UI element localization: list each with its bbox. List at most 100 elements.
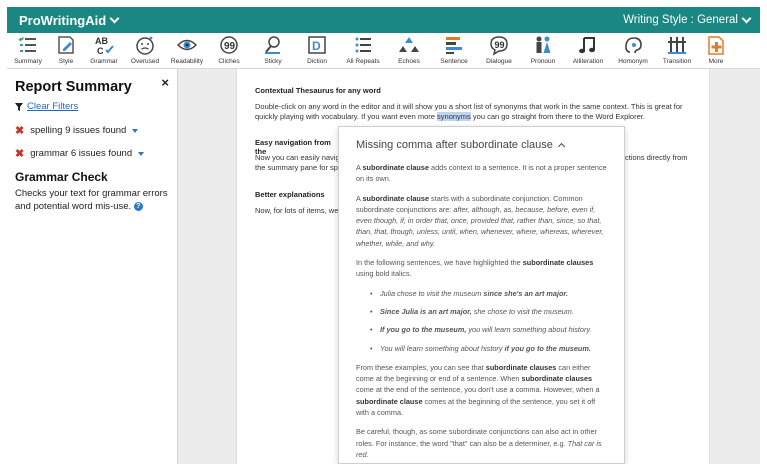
style-icon — [58, 36, 74, 54]
example-item: Julia chose to visit the museum since sh… — [370, 288, 608, 300]
tool-readability[interactable]: Readability — [167, 33, 207, 69]
issue-label: spelling 9 issues found — [30, 125, 127, 136]
bold-run: subordinate clause — [362, 163, 430, 172]
grammar-check-description: Checks your text for grammar errors and … — [15, 188, 169, 214]
paragraph-text-right: ctions directly from — [625, 153, 688, 162]
tool-style[interactable]: Style — [47, 33, 85, 69]
app-header: ProWritingAid Writing Style : General — [7, 7, 760, 33]
caret-down-icon[interactable] — [138, 151, 145, 156]
tool-label: Grammar — [90, 58, 118, 65]
tool-label: Echoes — [398, 58, 420, 65]
homonym-icon — [625, 37, 642, 54]
tool-homonym[interactable]: Homonym — [611, 33, 655, 69]
popup-title[interactable]: Missing comma after subordinate clause — [356, 139, 608, 151]
echoes-icon — [399, 37, 419, 52]
italic-run: Julia chose to visit the museum — [380, 288, 484, 298]
issue-item-spelling[interactable]: ✖ spelling 9 issues found — [15, 124, 169, 137]
tool-label: Summary — [14, 58, 42, 65]
tool-label: Readability — [170, 58, 204, 65]
dialogue-icon: 99 — [490, 36, 508, 56]
tool-label: Overused — [130, 58, 160, 65]
tool-summary[interactable]: Summary — [9, 33, 47, 69]
tool-label: Alliteration — [572, 58, 604, 65]
bold-run: subordinate clauses — [521, 374, 593, 384]
popup-paragraph: A subordinate clause adds context to a s… — [356, 162, 608, 185]
tool-label: Style — [58, 58, 74, 65]
bold-run: subordinate clause — [362, 193, 430, 203]
overused-icon — [136, 36, 154, 55]
issue-label: grammar 6 issues found — [30, 148, 133, 159]
example-item: Since Julia is an art major, she chose t… — [370, 306, 608, 318]
tool-overused[interactable]: Overused — [123, 33, 167, 69]
chevron-down-icon — [741, 13, 752, 23]
close-icon[interactable]: × — [161, 75, 169, 90]
svg-text:D: D — [312, 39, 321, 53]
svg-text:99: 99 — [495, 40, 505, 50]
tool-alliteration[interactable]: Alliteration — [565, 33, 611, 69]
tool-label: Dialogue — [486, 58, 512, 65]
text-run: come at the end of the sentence, you don… — [356, 385, 600, 395]
text-run: you can go straight from there to the Wo… — [470, 112, 645, 122]
highlighted-word[interactable]: synonyms — [437, 112, 471, 122]
brand-name: ProWritingAid — [19, 12, 107, 28]
bold-italic-run: if you go to the museum. — [504, 343, 591, 353]
bold-italic-run: If you go to the museum, — [380, 325, 467, 335]
sticky-icon — [265, 36, 280, 54]
popup-paragraph: In the following sentences, we have high… — [356, 257, 608, 280]
tool-dialogue[interactable]: 99 Dialogue — [477, 33, 521, 69]
example-list: Julia chose to visit the museum since sh… — [370, 288, 608, 354]
tool-label: Diction — [307, 58, 327, 65]
text-run: In the following sentences, we have high… — [356, 258, 523, 268]
issue-item-grammar[interactable]: ✖ grammar 6 issues found — [15, 147, 169, 160]
tool-diction[interactable]: D Diction — [295, 33, 339, 69]
svg-text:C: C — [97, 46, 104, 56]
sidebar-title: Report Summary — [15, 79, 132, 95]
tool-label: Sentence — [440, 58, 468, 65]
suggestion-popup: Missing comma after subordinate clause A… — [338, 126, 625, 464]
clear-filters-link[interactable]: Clear Filters — [27, 101, 78, 112]
tool-label: Sticky — [264, 58, 282, 65]
popup-paragraph: A subordinate clause starts with a subor… — [356, 193, 608, 249]
tool-pronoun[interactable]: Pronoun — [521, 33, 565, 69]
bold-run: subordinate clauses — [485, 362, 557, 372]
brand-menu[interactable]: ProWritingAid — [19, 12, 120, 28]
tool-all-repeats[interactable]: All Repeats — [339, 33, 387, 69]
filter-row: Clear Filters — [15, 101, 169, 112]
italic-run: she chose to visit the museum. — [471, 306, 574, 316]
alliteration-icon — [579, 37, 595, 54]
pronoun-icon — [536, 36, 551, 53]
writing-style-select[interactable]: Writing Style : General — [623, 13, 752, 26]
error-x-icon: ✖ — [15, 125, 25, 137]
report-sidebar: × Report Summary Clear Filters ✖ spellin… — [7, 69, 178, 464]
text-run: Be careful, though, as some subordinate … — [356, 427, 597, 448]
readability-icon — [176, 39, 198, 51]
help-icon[interactable]: ? — [133, 201, 143, 211]
tool-label: All Repeats — [346, 58, 380, 65]
example-item: If you go to the museum, you will learn … — [370, 324, 608, 336]
paragraph-text: Now, for lots of items, we — [255, 206, 339, 215]
paragraph-text: Now you can easily navig the summary pan… — [255, 153, 340, 173]
tool-transition[interactable]: Transition — [655, 33, 699, 69]
tool-cliches[interactable]: 99 Cliches — [207, 33, 251, 69]
svg-text:AB: AB — [95, 36, 108, 46]
italic-run: You will learn something about history — [380, 343, 505, 353]
paragraph-heading: Contextual Thesaurus for any word — [255, 86, 381, 95]
bold-italic-run: since she's an art major. — [483, 288, 568, 298]
popup-paragraph: Be careful, though, as some subordinate … — [356, 426, 608, 460]
tool-more[interactable]: More — [699, 33, 733, 69]
all-repeats-icon — [355, 37, 371, 53]
writing-style-label: Writing Style : General — [623, 14, 738, 26]
grammar-check-text: Checks your text for grammar errors and … — [15, 188, 168, 212]
tool-echoes[interactable]: Echoes — [387, 33, 431, 69]
grammar-icon: ABC — [95, 36, 114, 56]
more-icon — [708, 36, 724, 55]
text-run: From these examples, you can see that — [356, 362, 486, 372]
tool-grammar[interactable]: AB C Grammar — [85, 33, 123, 69]
caret-down-icon[interactable] — [132, 128, 139, 133]
transition-icon — [668, 37, 686, 54]
tool-label: More — [708, 58, 724, 65]
tool-label: Homonym — [618, 58, 648, 65]
italic-run: you will learn something about history. — [466, 325, 592, 335]
tool-sentence[interactable]: Sentence — [431, 33, 477, 69]
tool-sticky[interactable]: Sticky — [251, 33, 295, 69]
